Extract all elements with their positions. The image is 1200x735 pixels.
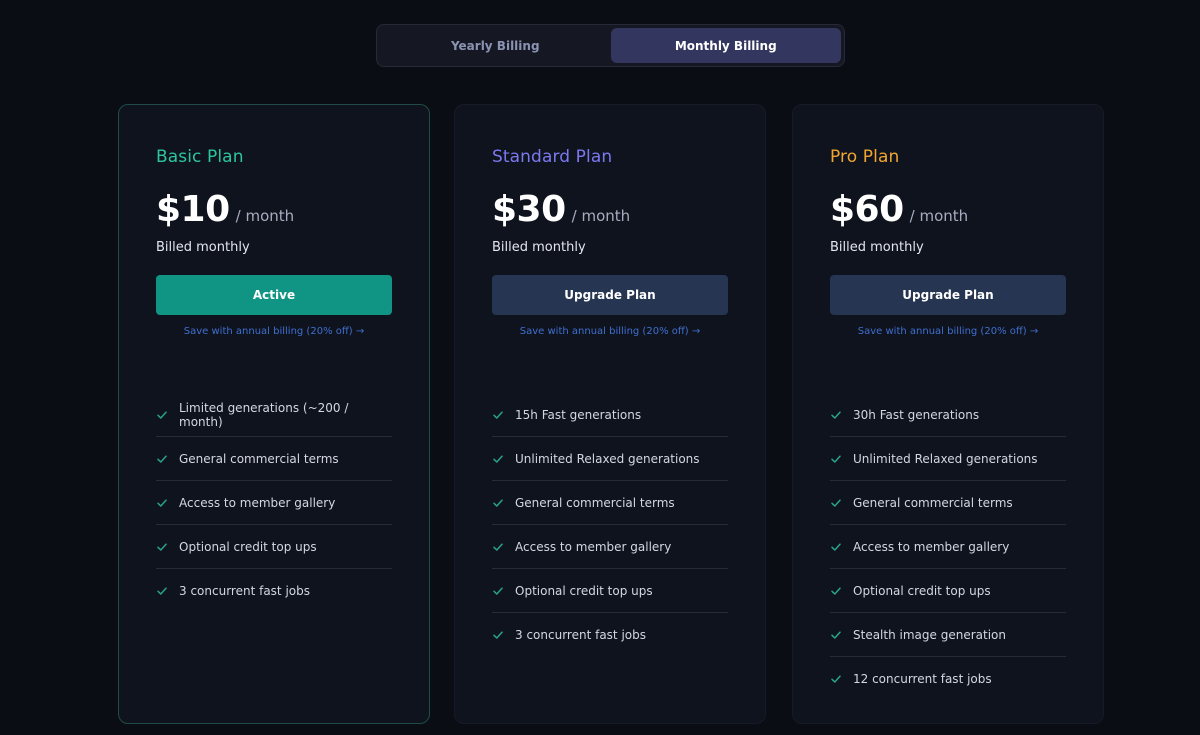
feature-label: 3 concurrent fast jobs [515,627,646,642]
feature-label: Optional credit top ups [515,583,653,598]
feature-label: 15h Fast generations [515,407,642,422]
feature-item: 15h Fast generations [492,393,728,437]
feature-list: Limited generations (~200 / month) Gener… [156,393,392,612]
check-icon [492,629,504,641]
feature-label: Optional credit top ups [853,583,991,598]
billing-note: Billed monthly [830,240,924,255]
feature-label: Access to member gallery [853,539,1010,554]
check-icon [156,409,168,421]
plan-price: $10 [156,189,230,230]
feature-label: Limited generations (~200 / month) [179,400,349,429]
feature-label: Unlimited Relaxed generations [853,451,1038,466]
check-icon [830,497,842,509]
plan-card-basic: Basic Plan $10 / month Billed monthly Act… [118,104,430,724]
check-icon [156,497,168,509]
feature-label: General commercial terms [179,451,339,466]
check-icon [830,585,842,597]
feature-item: Access to member gallery [830,525,1066,569]
feature-label: Unlimited Relaxed generations [515,451,700,466]
plan-period: / month [571,207,631,225]
feature-label: 30h Fast generations [853,407,980,422]
check-icon [830,541,842,553]
feature-item: Limited generations (~200 / month) [156,393,392,437]
plan-name: Pro Plan [830,147,900,167]
feature-item: 3 concurrent fast jobs [492,613,728,656]
feature-label: General commercial terms [515,495,675,510]
feature-item: 12 concurrent fast jobs [830,657,1066,700]
feature-list: 15h Fast generations Unlimited Relaxed g… [492,393,728,656]
feature-item: Unlimited Relaxed generations [830,437,1066,481]
upgrade-plan-button[interactable]: Upgrade Plan [492,275,728,315]
feature-item: General commercial terms [830,481,1066,525]
check-icon [492,585,504,597]
annual-billing-link[interactable]: Save with annual billing (20% off) → [156,326,392,337]
price-row: $10 / month [156,189,294,230]
feature-label: 3 concurrent fast jobs [179,583,310,598]
upgrade-plan-button[interactable]: Upgrade Plan [830,275,1066,315]
feature-item: Stealth image generation [830,613,1066,657]
feature-label: Stealth image generation [853,627,1006,642]
plan-price: $60 [830,189,904,230]
check-icon [830,629,842,641]
plan-period: / month [909,207,969,225]
feature-label: Optional credit top ups [179,539,317,554]
check-icon [156,585,168,597]
monthly-billing-tab[interactable]: Monthly Billing [610,28,841,63]
price-row: $60 / month [830,189,968,230]
feature-label: Access to member gallery [515,539,672,554]
check-icon [492,409,504,421]
annual-billing-link[interactable]: Save with annual billing (20% off) → [492,326,728,337]
billing-note: Billed monthly [492,240,586,255]
feature-item: General commercial terms [156,437,392,481]
plan-card-pro: Pro Plan $60 / month Billed monthly Upgra… [792,104,1104,724]
feature-item: Optional credit top ups [492,569,728,613]
check-icon [492,497,504,509]
feature-item: Access to member gallery [156,481,392,525]
check-icon [830,453,842,465]
feature-item: Access to member gallery [492,525,728,569]
plan-name: Basic Plan [156,147,244,167]
check-icon [156,541,168,553]
plan-card-standard: Standard Plan $30/ month Billed monthly … [454,104,766,724]
annual-billing-link[interactable]: Save with annual billing (20% off) → [830,326,1066,337]
plan-price: $30 [492,189,566,230]
billing-note: Billed monthly [156,240,250,255]
plan-period: / month [235,207,295,225]
feature-label: Access to member gallery [179,495,336,510]
feature-item: Optional credit top ups [830,569,1066,613]
check-icon [156,453,168,465]
price-row: $30 / month [492,189,630,230]
feature-label: 12 concurrent fast jobs [853,671,992,686]
check-icon [830,409,842,421]
yearly-billing-tab[interactable]: Yearly Billing [380,28,611,63]
feature-item: 30h Fast generations [830,393,1066,437]
feature-list: 30h Fast generations Unlimited Relaxed g… [830,393,1066,700]
feature-label: General commercial terms [853,495,1013,510]
feature-item: 3 concurrent fast jobs [156,569,392,612]
check-icon [492,541,504,553]
check-icon [830,673,842,685]
feature-item: Optional credit top ups [156,525,392,569]
feature-item: Unlimited Relaxed generations [492,437,728,481]
plan-name: Standard Plan [492,147,613,167]
check-icon [492,453,504,465]
feature-item: General commercial terms [492,481,728,525]
active-plan-button[interactable]: Active [156,275,392,315]
billing-toggle: Yearly Billing Monthly Billing [376,24,845,67]
